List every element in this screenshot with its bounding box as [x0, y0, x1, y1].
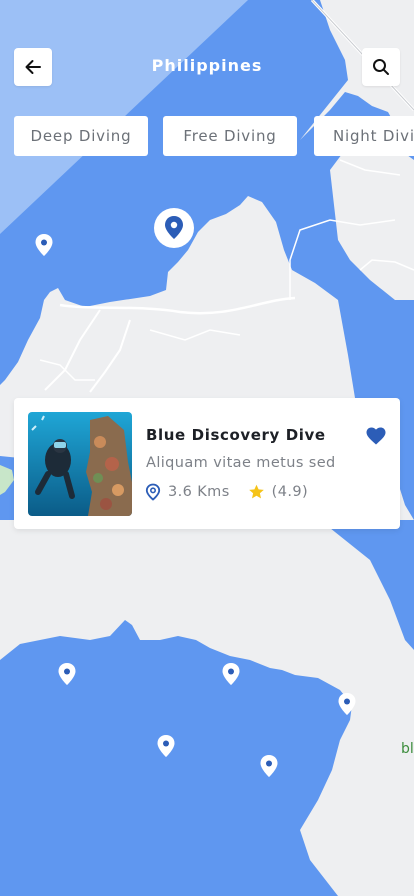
map-pin-icon — [58, 663, 76, 685]
filter-chip-row[interactable]: Deep Diving Free Diving Night Diving — [0, 116, 414, 156]
map-pin[interactable] — [156, 734, 176, 758]
favorite-button[interactable] — [365, 425, 387, 447]
dive-site-title: Blue Discovery Dive — [146, 426, 326, 444]
map-pin-icon — [154, 208, 194, 248]
map-pin-selected[interactable] — [153, 207, 195, 249]
map-place-label: bl — [401, 741, 414, 757]
search-button[interactable] — [362, 48, 400, 86]
dive-site-photo — [28, 412, 132, 516]
header: Philippines — [0, 0, 414, 110]
page-title: Philippines — [151, 56, 263, 75]
heart-icon — [366, 427, 386, 445]
map-pin[interactable] — [259, 754, 279, 778]
map-pin-icon — [35, 234, 53, 256]
chip-deep-diving[interactable]: Deep Diving — [14, 116, 148, 156]
dive-site-meta: 3.6 Kms (4.9) — [145, 482, 308, 502]
location-pin-icon — [145, 483, 161, 501]
map-pin-icon — [222, 663, 240, 685]
chip-free-diving[interactable]: Free Diving — [163, 116, 297, 156]
map-pin-icon — [157, 735, 175, 757]
chip-night-diving[interactable]: Night Diving — [314, 116, 414, 156]
map-pin[interactable] — [57, 662, 77, 686]
map-pin[interactable] — [337, 692, 357, 716]
map-pin[interactable] — [34, 233, 54, 257]
map-pin-icon — [260, 755, 278, 777]
map-pin-icon — [338, 693, 356, 715]
distance-text: 3.6 Kms — [168, 484, 230, 500]
map-pin[interactable] — [221, 662, 241, 686]
star-icon — [248, 484, 265, 500]
dive-site-card[interactable]: Blue Discovery Dive Aliquam vitae metus … — [14, 398, 400, 529]
search-icon — [373, 59, 389, 75]
rating-text: (4.9) — [271, 484, 309, 500]
dive-site-subtitle: Aliquam vitae metus sed — [146, 455, 336, 471]
